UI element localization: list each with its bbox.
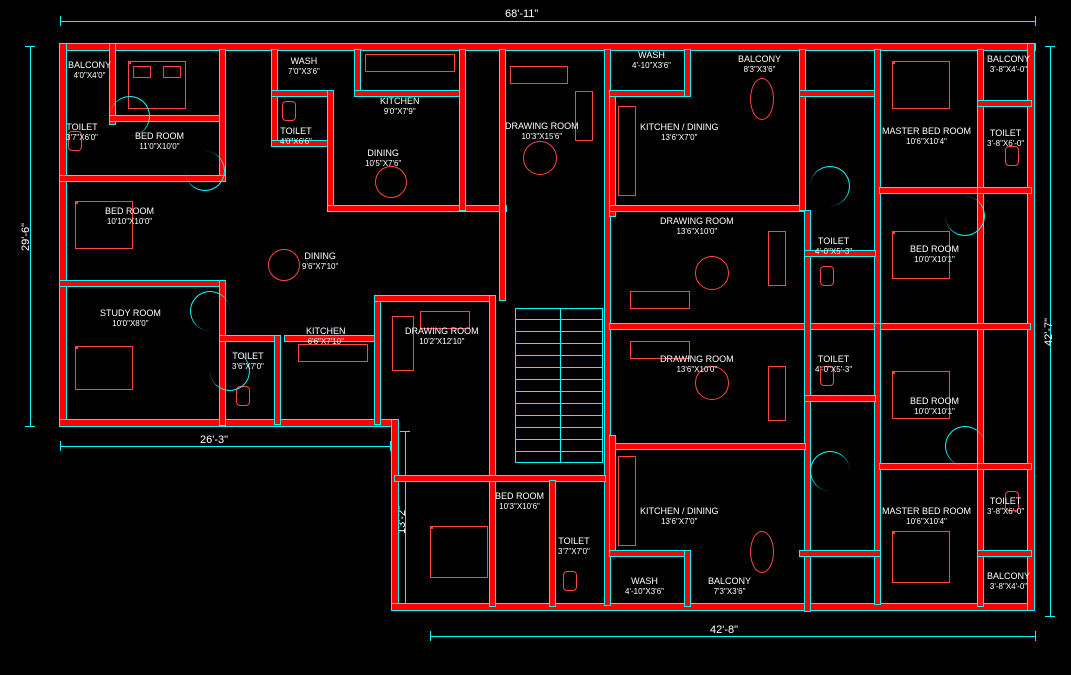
door-swing-icon [185, 151, 225, 191]
room-kitchen2: KITCHEN6'6"X7'10" [306, 326, 346, 346]
sofa-icon [768, 231, 786, 286]
room-toilet6: TOILET4'-0"X5'-3" [815, 236, 852, 256]
room-wash2: WASH4'-10"X3'6" [632, 50, 671, 70]
dim-line-bl [60, 446, 390, 447]
dim-left: 29'-6" [20, 223, 32, 251]
wall-bl-v [392, 420, 398, 610]
door-swing-icon [945, 426, 985, 466]
counter-icon [618, 106, 636, 196]
dim-bl-h: 26'-3" [200, 434, 228, 446]
room-balcony5: BALCONY7'3"X3'6" [708, 576, 751, 596]
floor-plan: 68'-11" 29'-6" 26'-3" 13'-2" 42'-8" 42'-… [50, 36, 1050, 656]
dining-table-icon [750, 531, 774, 573]
room-bedroom1: BED ROOM11'0"X10'0" [135, 131, 184, 151]
sofa-icon [630, 291, 690, 309]
room-balcony4: BALCONY3'-8"X4'-0" [987, 571, 1030, 591]
sofa-icon [768, 366, 786, 421]
table-icon [523, 141, 557, 175]
room-toilet8: TOILET3'-8"X6'-0" [987, 496, 1024, 516]
room-bedroom4: BED ROOM10'0"X10'1" [910, 244, 959, 264]
room-balcony2: BALCONY8'3"X3'6" [738, 54, 781, 74]
wc-icon [820, 266, 834, 286]
door-swing-icon [110, 96, 150, 136]
dim-line-br [430, 636, 1035, 637]
room-master1: MASTER BED ROOM10'6"X10'4" [882, 126, 971, 146]
dim-line-top [60, 21, 1035, 22]
bed-icon [430, 526, 488, 578]
room-drawing3: DRAWING ROOM13'6"X10'0" [660, 216, 734, 236]
room-kitdin1: KITCHEN / DINING13'6"X7'0" [640, 122, 719, 142]
room-bedroom2: BED ROOM10'10"X10'0" [105, 206, 154, 226]
room-wash3: WASH4'-10"X3'6" [625, 576, 664, 596]
room-wash1: WASH7'0"X3'6" [288, 56, 320, 76]
room-drawing1: DRAWING ROOM10'3"X15'6" [505, 121, 579, 141]
room-study: STUDY ROOM10'0"X8'0" [100, 308, 161, 328]
wall-bottom [392, 604, 1034, 610]
room-dining2: DINING9'6"X7'10" [302, 251, 338, 271]
wall-bl-h [60, 420, 398, 426]
dining-table-icon [750, 78, 774, 120]
room-balcony3: BALCONY3'-8"X4'-0" [987, 54, 1030, 74]
dining-table-icon [375, 166, 407, 198]
wc-icon [1005, 146, 1019, 166]
room-drawing2: DRAWING ROOM10'2"X12'10" [405, 326, 479, 346]
dim-top-total: 68'-11" [505, 8, 538, 20]
door-swing-icon [810, 166, 850, 206]
counter-icon [365, 54, 455, 72]
dim-right: 42'-7" [1043, 318, 1055, 346]
table-icon [695, 256, 729, 290]
door-swing-icon [810, 451, 850, 491]
room-k-kitdin2: KITCHEN / DINING13'6"X7'0" [640, 506, 719, 526]
room-toilet4: TOILET3'7"X7'0" [558, 536, 590, 556]
room-toilet3: TOILET3'6"X7'0" [232, 351, 264, 371]
counter-icon [618, 456, 636, 546]
wc-icon [282, 101, 296, 121]
dim-br: 42'-8" [710, 624, 738, 636]
bed-icon [892, 61, 950, 109]
room-dining1: DINING10'5"X7'6" [365, 148, 401, 168]
wall-top [60, 44, 1035, 50]
bed-icon [75, 346, 133, 390]
room-master2: MASTER BED ROOM10'6"X10'4" [882, 506, 971, 526]
room-kitchen1: KITCHEN9'0"X7'9" [380, 96, 420, 116]
bed-icon [892, 531, 950, 583]
counter-icon [298, 344, 368, 362]
room-balcony1: BALCONY4'0"X4'0" [68, 60, 111, 80]
sofa-icon [510, 66, 568, 84]
room-toilet1: TOILET3'7"X6'0" [66, 122, 98, 142]
room-toilet7: TOILET4'-0"X5'-3" [815, 354, 852, 374]
room-toilet2: TOILET4'0"X6'6" [280, 126, 312, 146]
wall-left [60, 44, 66, 426]
door-swing-icon [945, 196, 985, 236]
room-toilet5: TOILET3'-8"X6'-0" [987, 128, 1024, 148]
staircase [515, 308, 603, 463]
wc-icon [563, 571, 577, 591]
room-bedroom5: BED ROOM10'0"X10'1" [910, 396, 959, 416]
dining-table-icon [268, 249, 300, 281]
room-bedroom3: BED ROOM10'3"X10'6" [495, 491, 544, 511]
room-drawing4: DRAWING ROOM13'6"X10'0" [660, 354, 734, 374]
door-swing-icon [190, 291, 230, 331]
